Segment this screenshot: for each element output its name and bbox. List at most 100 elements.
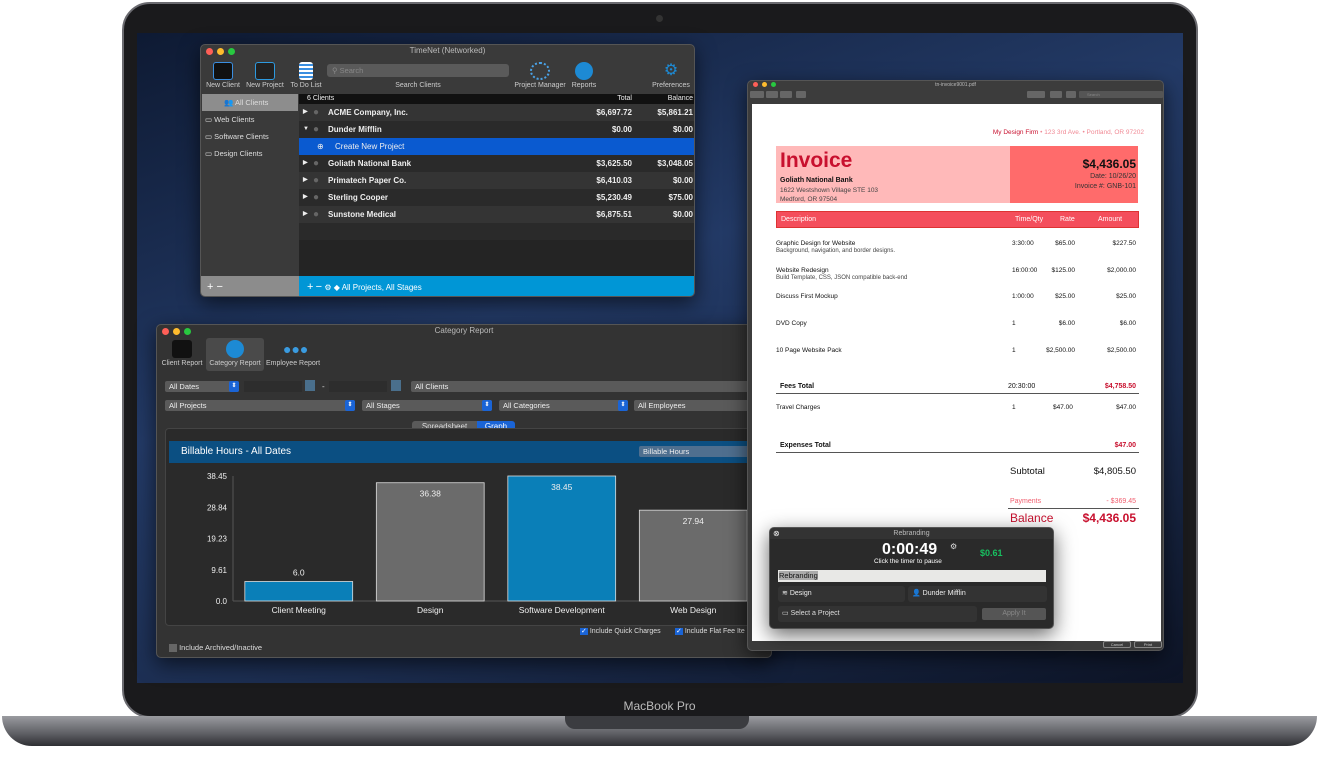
minimize-button[interactable] (217, 48, 224, 55)
close-button[interactable] (162, 328, 169, 335)
sidebar-item-all-clients[interactable]: 👥 All Clients (202, 94, 298, 111)
sidebar-item-web-clients[interactable]: ▭ Web Clients (201, 111, 299, 128)
add-button[interactable]: + (307, 281, 313, 293)
client-row[interactable]: ▶ ● Primatech Paper Co. $6,410.03 $0.00 (299, 172, 694, 189)
balance: $4,436.05 (1082, 511, 1136, 525)
category-button[interactable]: ≋ Design (778, 586, 905, 602)
column-balance[interactable]: Balance (668, 94, 693, 104)
markup-button[interactable] (1027, 91, 1045, 98)
dates-select[interactable]: All Dates ⇕ (165, 381, 239, 392)
cancel-button[interactable]: Cancel (1103, 641, 1131, 648)
create-project-row[interactable]: ⊕ Create New Project (299, 138, 694, 155)
flower-icon (530, 62, 550, 80)
disclosure-icon[interactable]: ▶ (303, 206, 308, 223)
sidebar-item-label: Design Clients (214, 149, 263, 158)
timer-display[interactable]: 0:00:49 (882, 541, 937, 559)
tab-client-report[interactable]: Client Report (159, 340, 205, 367)
include-quick-charges-checkbox[interactable]: ✓ Include Quick Charges (580, 627, 661, 635)
client-row[interactable]: ▶ ● Sunstone Medical $6,875.51 $0.00 (299, 206, 694, 223)
client-row[interactable]: ▶ ● Sterling Cooper $5,230.49 $75.00 (299, 189, 694, 206)
person-icon: ● (313, 192, 320, 203)
filter-label[interactable]: All Projects, All Stages (342, 283, 422, 292)
bar[interactable] (375, 482, 485, 602)
remove-button[interactable]: − (316, 281, 322, 293)
close-button[interactable] (206, 48, 213, 55)
zoom-button[interactable] (771, 82, 776, 87)
calendar-icon[interactable] (391, 380, 401, 391)
close-button[interactable] (753, 82, 758, 87)
list-footer: + − ⚙ ◆ All Projects, All Stages (299, 276, 694, 296)
project-manager-button[interactable]: Project Manager (511, 62, 569, 89)
tab-category-report[interactable]: Category Report (206, 338, 264, 371)
client-row[interactable]: ▶ ● Goliath National Bank $3,625.50 $3,048.0… (299, 155, 694, 172)
disclosure-icon[interactable]: ▶ (303, 104, 308, 121)
client-row[interactable]: ▼ ● Dunder Mifflin $0.00 $0.00 (299, 121, 694, 138)
disclosure-icon[interactable]: ▶ (303, 155, 308, 172)
rotate-button[interactable] (1050, 91, 1062, 98)
share-button[interactable] (796, 91, 806, 98)
gear-icon[interactable]: ⚙ (950, 542, 957, 551)
todo-list-button[interactable]: To Do List (289, 62, 323, 89)
remove-group-button[interactable]: − (217, 281, 223, 293)
tab-employee-report[interactable]: ●●● Employee Report (265, 340, 321, 367)
sidebar-item-software-clients[interactable]: ▭ Software Clients (201, 128, 299, 145)
client-total: $6,875.51 (596, 210, 632, 219)
start-date-field[interactable] (244, 381, 302, 392)
zoom-button[interactable] (228, 48, 235, 55)
clients-select[interactable]: All Clients (411, 381, 771, 392)
print-button[interactable]: Print (1134, 641, 1162, 648)
client-button[interactable]: 👤 Dunder Mifflin (908, 586, 1047, 602)
payments-label: Payments (1010, 498, 1042, 505)
bar[interactable] (244, 581, 354, 602)
minimize-button[interactable] (762, 82, 767, 87)
line-detail: Background, navigation, and border desig… (776, 248, 896, 254)
include-archived-checkbox[interactable]: Include Archived/Inactive (169, 643, 262, 653)
stages-select[interactable]: All Stages ⇕ (362, 400, 492, 411)
column-total[interactable]: Total (617, 94, 632, 104)
sidebar-item-label: All Clients (235, 98, 269, 107)
tab-label: Employee Report (265, 360, 321, 367)
disclosure-open-icon[interactable]: ▼ (303, 121, 309, 138)
zoom-out-button[interactable] (766, 91, 778, 98)
new-project-button[interactable]: New Project (244, 62, 286, 89)
sidebar-toggle-button[interactable] (750, 91, 764, 98)
fees-total-time: 20:30:00 (1008, 383, 1036, 390)
calendar-icon[interactable] (305, 380, 315, 391)
minimize-button[interactable] (173, 328, 180, 335)
search-input[interactable]: ⚲ Search (327, 64, 509, 77)
client-balance: $0.00 (672, 176, 693, 185)
clients-count[interactable]: 6 Clients (307, 94, 334, 104)
disclosure-icon[interactable]: ▶ (303, 189, 308, 206)
apply-button[interactable]: Apply It (982, 608, 1046, 620)
include-flat-fee-checkbox[interactable]: ✓ Include Flat Fee Ite (675, 627, 745, 635)
sidebar-item-design-clients[interactable]: ▭ Design Clients (201, 145, 299, 162)
title-bar[interactable]: Category Report (157, 325, 771, 337)
categories-select[interactable]: All Categories ⇕ (499, 400, 628, 411)
select-value: All Categories (503, 401, 550, 410)
expenses-total-label: Expenses Total (780, 442, 831, 449)
gear-icon[interactable]: ⚙ (324, 283, 331, 292)
search-field[interactable]: Search (1079, 91, 1163, 98)
zoom-button[interactable] (184, 328, 191, 335)
add-group-button[interactable]: + (207, 281, 213, 293)
close-icon[interactable]: ⊗ (773, 528, 780, 539)
end-date-field[interactable] (329, 381, 387, 392)
projects-select[interactable]: All Projects ⇕ (165, 400, 355, 411)
timer-name-field[interactable]: Rebranding (778, 570, 1046, 582)
client-row[interactable]: ▶ ● ACME Company, Inc. $6,697.72 $5,861.21 (299, 104, 694, 121)
title-bar[interactable]: ⊗ Rebranding (770, 528, 1053, 539)
project-select[interactable]: ▭ Select a Project (778, 606, 977, 622)
bar[interactable] (507, 475, 617, 602)
firm-address: 123 3rd Ave. (1044, 129, 1081, 136)
disclosure-icon[interactable]: ▶ (303, 172, 308, 189)
title-bar[interactable]: tn-invoice9001.pdf (748, 81, 1163, 90)
new-client-button[interactable]: New Client (205, 62, 241, 89)
reports-button[interactable]: Reports (569, 62, 599, 89)
preferences-button[interactable]: ⚙ Preferences (649, 62, 693, 89)
reports-icon (575, 62, 593, 80)
checkbox-icon (169, 644, 177, 653)
annotate-button[interactable] (1066, 91, 1076, 98)
zoom-in-button[interactable] (780, 91, 792, 98)
title-bar[interactable]: TimeNet (Networked) (201, 45, 694, 57)
y-tick-label: 38.45 (207, 472, 228, 481)
